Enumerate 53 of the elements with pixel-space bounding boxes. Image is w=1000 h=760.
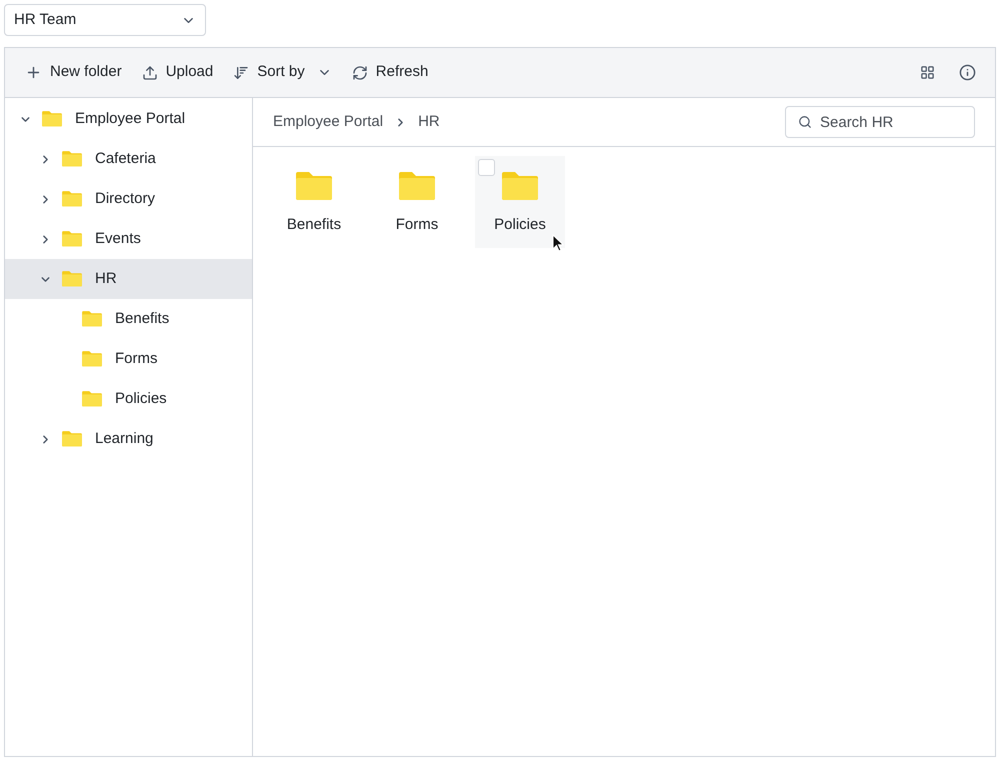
folder-tile[interactable]: Policies	[475, 156, 565, 248]
refresh-icon	[352, 64, 368, 80]
folder-icon	[61, 190, 83, 208]
tree-item[interactable]: Employee Portal	[5, 99, 252, 139]
sort-icon	[233, 64, 250, 80]
tree-item[interactable]: Events	[5, 219, 252, 259]
tree-item[interactable]: Cafeteria	[5, 139, 252, 179]
folder-icon	[81, 350, 103, 368]
pointer-icon	[552, 234, 564, 252]
folder-name: Benefits	[286, 215, 342, 235]
toolbar-button[interactable]: Refresh	[342, 56, 438, 90]
folder-icon	[61, 430, 83, 448]
tree-label: Employee Portal	[75, 108, 186, 129]
team-dropdown[interactable]: HR Team	[4, 4, 206, 36]
toolbar-button[interactable]: Upload	[132, 56, 224, 90]
folder-icon	[61, 270, 83, 288]
folder-icon	[81, 310, 103, 328]
toolbar-button[interactable]: New folder	[15, 56, 132, 90]
folder-icon	[61, 230, 83, 248]
breadcrumb-link[interactable]: HR	[418, 110, 440, 134]
tree-item[interactable]: Forms	[5, 339, 252, 379]
folder-icon	[500, 170, 540, 202]
tree-label: Benefits	[115, 308, 170, 329]
folder-icon	[41, 110, 63, 128]
tree-label: Policies	[115, 388, 167, 409]
grid-icon	[920, 65, 934, 80]
tree-label: Events	[95, 228, 141, 249]
tree-item[interactable]: HR	[5, 259, 252, 299]
breadcrumb-link[interactable]: Employee Portal	[273, 110, 384, 134]
folder-tile[interactable]: Benefits	[269, 156, 359, 248]
folder-name: Policies	[494, 215, 546, 235]
tree-label: Cafeteria	[95, 148, 156, 169]
tree-label: HR	[95, 268, 117, 289]
info-icon	[958, 64, 976, 81]
folder-icon	[294, 170, 334, 202]
toolbar-button[interactable]: Sort by	[223, 56, 342, 90]
tree-label: Learning	[95, 428, 154, 449]
tree-item[interactable]: Directory	[5, 179, 252, 219]
folder-name: Forms	[396, 215, 438, 235]
checkbox[interactable]	[478, 159, 495, 176]
folder-icon	[61, 150, 83, 168]
folder-icon	[81, 390, 103, 408]
search-icon	[798, 115, 812, 129]
tree-label: Forms	[115, 348, 158, 369]
upload-icon	[142, 64, 158, 80]
search-field[interactable]: Search HR	[785, 106, 975, 138]
tree-item[interactable]: Benefits	[5, 299, 252, 339]
folder-icon	[397, 170, 437, 202]
plus-icon	[25, 64, 42, 81]
tree-label: Directory	[95, 188, 156, 209]
tree-item[interactable]: Policies	[5, 379, 252, 419]
folder-tile[interactable]: Forms	[372, 156, 462, 248]
tree-item[interactable]: Learning	[5, 419, 252, 459]
